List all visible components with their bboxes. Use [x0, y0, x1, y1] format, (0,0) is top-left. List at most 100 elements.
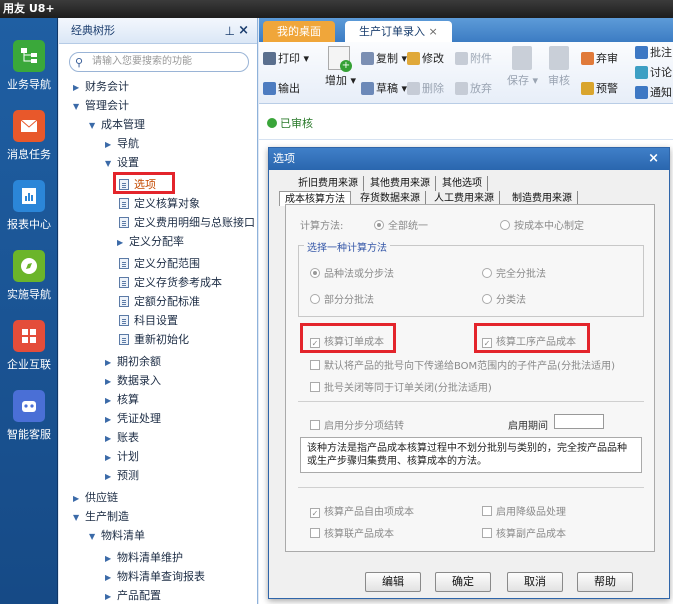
batch-close-checkbox[interactable]: 批号关闭等同于订单关闭(分批法适用)	[310, 379, 492, 394]
chevron-right-icon[interactable]: ▶	[105, 411, 117, 429]
tab-other-expense-source[interactable]: 其他费用来源	[365, 176, 436, 191]
tab-close-icon[interactable]: ×	[429, 25, 438, 38]
chevron-right-icon[interactable]: ▶	[105, 392, 117, 410]
tree-node[interactable]: 定义分配范围	[119, 255, 200, 273]
modify-button[interactable]: 修改	[407, 50, 444, 66]
tree-node[interactable]: ▼ 生产制造	[73, 508, 129, 526]
tree-node[interactable]: ▶ 物料清单查询报表	[105, 568, 205, 586]
chevron-right-icon[interactable]: ▶	[105, 550, 117, 568]
method-variety-radio[interactable]: 品种法或分步法	[310, 265, 394, 280]
chevron-down-icon[interactable]: ▼	[105, 155, 117, 173]
draft-button[interactable]: 草稿 ▾	[361, 80, 407, 96]
tree-node[interactable]: 定义费用明细与总账接口	[119, 214, 255, 232]
tree-node[interactable]: ▶ 导航	[105, 135, 139, 153]
chevron-down-icon[interactable]: ▼	[73, 98, 85, 116]
abandon-button[interactable]: 放弃	[455, 80, 492, 96]
close-icon[interactable]: ×	[238, 18, 249, 44]
chevron-right-icon[interactable]: ▶	[117, 234, 129, 252]
tab-production-order[interactable]: 生产订单录入 ×	[345, 21, 452, 42]
tree-node[interactable]: ▶ 凭证处理	[105, 410, 161, 428]
bom-batch-checkbox[interactable]: 默认将产品的批号向下传递给BOM范围内的子件产品(分批法适用)	[310, 357, 615, 372]
discuss-button[interactable]: 讨论	[635, 64, 672, 80]
pin-icon[interactable]: ⊥	[225, 18, 235, 44]
tree-node[interactable]: ▶ 期初余额	[105, 353, 161, 371]
chevron-down-icon[interactable]: ▼	[89, 117, 101, 135]
calc-unified-radio[interactable]: 全部统一	[374, 217, 428, 232]
tree-node[interactable]: ▶ 财务会计	[73, 78, 129, 96]
chevron-right-icon[interactable]: ▶	[105, 588, 117, 604]
draft-icon	[361, 82, 374, 95]
output-button[interactable]: 输出	[263, 80, 300, 96]
approve-button[interactable]: 批注	[635, 44, 672, 60]
tree-node[interactable]: 科目设置	[119, 312, 178, 330]
tree-node[interactable]: ▶ 产品配置	[105, 587, 161, 604]
tab-depreciation-source[interactable]: 折旧费用来源	[293, 176, 364, 191]
tree-node[interactable]: ▶ 账表	[105, 429, 139, 447]
cancel-button[interactable]: 取消	[507, 572, 563, 592]
tree-node[interactable]: ▶ 物料清单维护	[105, 549, 183, 567]
calc-by-center-radio[interactable]: 按成本中心制定	[500, 217, 584, 232]
tree-node[interactable]: ▼ 管理会计	[73, 97, 129, 115]
method-partial-batch-radio[interactable]: 部分分批法	[310, 291, 374, 306]
save-button[interactable]: 保存 ▾	[507, 46, 538, 88]
tree-node-label: 期初余额	[117, 355, 161, 368]
chevron-right-icon[interactable]: ▶	[73, 79, 85, 97]
nav-reports[interactable]: 报表中心	[0, 174, 58, 242]
chevron-right-icon[interactable]: ▶	[105, 569, 117, 587]
chevron-right-icon[interactable]: ▶	[73, 490, 85, 508]
copy-button[interactable]: 复制 ▾	[361, 50, 407, 66]
chevron-right-icon[interactable]: ▶	[105, 136, 117, 154]
attach-button[interactable]: 附件	[455, 50, 492, 66]
joint-product-checkbox[interactable]: 核算联产品成本	[310, 525, 394, 540]
tree-node[interactable]: ▶ 预测	[105, 467, 139, 485]
nav-enterprise[interactable]: 企业互联	[0, 314, 58, 382]
chevron-right-icon[interactable]: ▶	[105, 373, 117, 391]
enable-period-input[interactable]	[554, 414, 604, 429]
dialog-close-icon[interactable]: ×	[648, 148, 659, 170]
nav-implementation[interactable]: 实施导航	[0, 244, 58, 312]
tree-node[interactable]: ▶ 计划	[105, 448, 139, 466]
tree-node[interactable]: ▶ 定义分配率	[117, 233, 184, 251]
print-button[interactable]: 打印 ▾	[263, 50, 309, 66]
tree-node[interactable]: 定义核算对象	[119, 195, 200, 213]
tree-node[interactable]: ▶ 供应链	[73, 489, 118, 507]
notify-button[interactable]: 通知	[635, 84, 672, 100]
tree-node[interactable]: ▼ 物料清单	[89, 527, 145, 545]
chevron-right-icon[interactable]: ▶	[105, 430, 117, 448]
by-product-checkbox[interactable]: 核算副产品成本	[482, 525, 566, 540]
free-item-cost-checkbox[interactable]: ✓ 核算产品自由项成本	[310, 503, 414, 518]
ok-button[interactable]: 确定	[435, 572, 491, 592]
chevron-down-icon[interactable]: ▼	[73, 509, 85, 527]
tree-node[interactable]: 定额分配标准	[119, 293, 200, 311]
tree-node[interactable]: ▶ 核算	[105, 391, 139, 409]
method-full-batch-radio[interactable]: 完全分批法	[482, 265, 546, 280]
chevron-right-icon[interactable]: ▶	[105, 468, 117, 486]
audit-button[interactable]: 审核	[545, 46, 573, 88]
nav-business[interactable]: 业务导航	[0, 34, 58, 102]
method-classification-radio[interactable]: 分类法	[482, 291, 526, 306]
alert-button[interactable]: 预警	[581, 80, 618, 96]
tab-desktop[interactable]: 我的桌面	[263, 21, 335, 42]
pencil-icon	[407, 52, 420, 65]
edit-button[interactable]: 编辑	[365, 572, 421, 592]
downgrade-checkbox[interactable]: 启用降级品处理	[482, 503, 566, 518]
step-transfer-checkbox[interactable]: 启用分步分项结转	[310, 417, 404, 432]
nav-messages[interactable]: 消息任务	[0, 104, 58, 172]
discard-button[interactable]: 弃审	[581, 50, 618, 66]
tree-node[interactable]: ▼ 设置	[105, 154, 139, 172]
chevron-right-icon[interactable]: ▶	[105, 354, 117, 372]
tree-node[interactable]: ▼ 成本管理	[89, 116, 145, 134]
help-button[interactable]: 帮助	[577, 572, 633, 592]
search-input[interactable]: ⚲ 请输入您要搜索的功能	[69, 52, 249, 72]
nav-service[interactable]: 智能客服	[0, 384, 58, 452]
tree-node-label: 产品配置	[117, 589, 161, 602]
toolbar: 打印 ▾ 输出 + 增加 ▾ 复制 ▾ 草稿 ▾ 修改 删除 附件 放弃 保存 ▾…	[259, 42, 673, 104]
chevron-down-icon[interactable]: ▼	[89, 528, 101, 546]
chevron-right-icon[interactable]: ▶	[105, 449, 117, 467]
add-button[interactable]: + 增加 ▾	[325, 46, 356, 88]
delete-button[interactable]: 删除	[407, 80, 444, 96]
tree-node[interactable]: ▶ 数据录入	[105, 372, 161, 390]
tab-other-options[interactable]: 其他选项	[437, 176, 488, 191]
tree-node[interactable]: 定义存货参考成本	[119, 274, 222, 292]
tree-node[interactable]: 重新初始化	[119, 331, 189, 349]
